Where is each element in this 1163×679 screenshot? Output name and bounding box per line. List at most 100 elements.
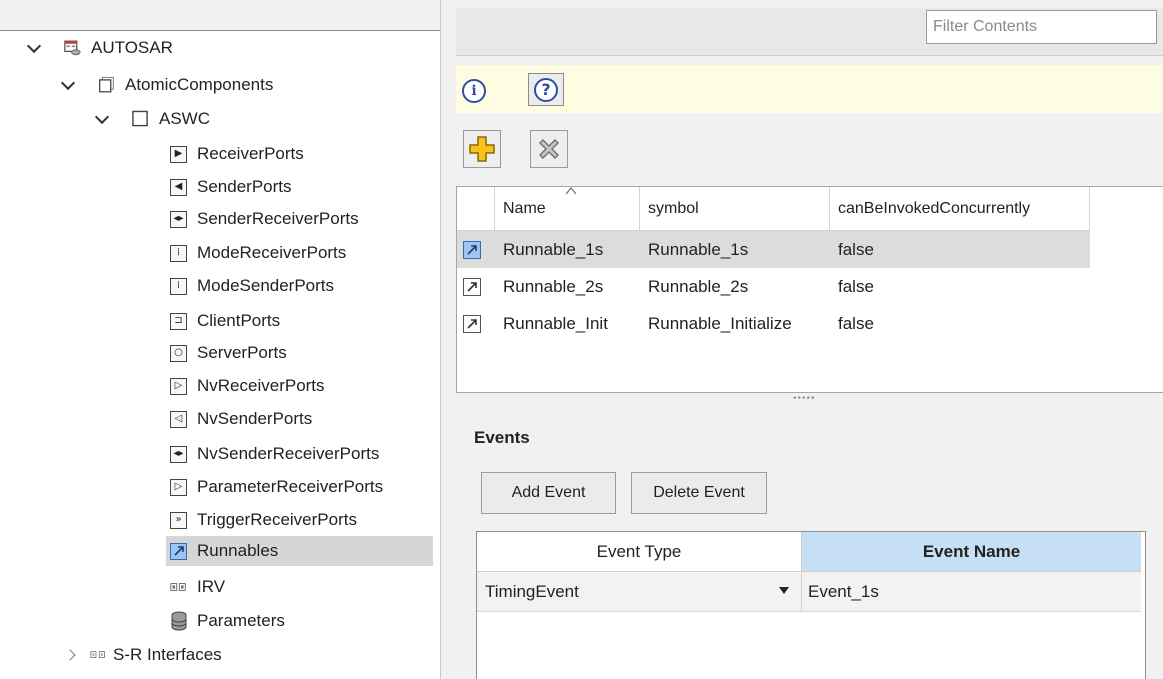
cell-name: Runnable_Init [503, 313, 608, 333]
event-type-value: TimingEvent [485, 581, 579, 601]
event-type-select[interactable]: TimingEvent [477, 572, 802, 611]
nv-receiver-port-icon: ▷ [170, 377, 187, 395]
tree-node-label: AtomicComponents [125, 75, 274, 94]
chevron-down-icon[interactable] [62, 78, 76, 92]
tree-item-label: IRV [197, 577, 226, 596]
table-row[interactable]: TimingEvent Event_1s [477, 572, 1141, 612]
events-table: Event Type Event Name TimingEvent Event_… [476, 531, 1146, 679]
table-header: Name symbol canBeInvokedConcurrently [457, 187, 1090, 231]
delete-runnable-button[interactable] [530, 130, 568, 168]
tree-item-mode-sender-ports[interactable]: ⁞ ModeSenderPorts [170, 271, 334, 301]
tree-item-label: SenderPorts [197, 177, 292, 196]
cell-symbol: Runnable_Initialize [648, 313, 792, 333]
table-row[interactable]: Runnable_2s Runnable_2s false [457, 268, 1090, 305]
column-header-concurrent[interactable]: canBeInvokedConcurrently [830, 187, 1090, 231]
tree-item-trigger-receiver-ports[interactable]: » TriggerReceiverPorts [170, 505, 357, 535]
sender-receiver-port-icon: ◂▸ [170, 210, 187, 228]
nv-sender-receiver-port-icon: ◂▸ [170, 445, 187, 463]
tree-item-mode-receiver-ports[interactable]: ⁞ ModeReceiverPorts [170, 238, 346, 268]
cell-concurrent: false [838, 276, 874, 296]
runnable-icon [463, 277, 481, 296]
trigger-receiver-port-icon: » [170, 511, 187, 529]
runnable-icon [170, 542, 187, 560]
runnable-icon [463, 240, 481, 259]
autosar-package-icon [64, 40, 81, 57]
tree-item-label: ParameterReceiverPorts [197, 477, 384, 496]
mode-receiver-port-icon: ⁞ [170, 244, 187, 262]
tree-node-label: AUTOSAR [91, 38, 173, 57]
tree-item-parameters[interactable]: Parameters [170, 606, 285, 636]
cell-symbol: Runnable_1s [648, 239, 749, 259]
receiver-port-icon: ▶ [170, 145, 187, 163]
info-icon[interactable]: i [462, 79, 486, 103]
column-header-event-type[interactable]: Event Type [477, 532, 802, 572]
runnables-table: Name symbol canBeInvokedConcurrently Run… [456, 186, 1163, 393]
splitter-handle[interactable]: ••••• [793, 393, 823, 404]
icon-column-header [457, 187, 495, 231]
client-port-icon: ⊐ [170, 312, 187, 330]
tree-item-sender-ports[interactable]: ◀ SenderPorts [170, 172, 292, 202]
column-header-event-name[interactable]: Event Name [802, 532, 1141, 572]
event-name-cell[interactable]: Event_1s [802, 572, 1141, 611]
tree-item-nv-receiver-ports[interactable]: ▷ NvReceiverPorts [170, 371, 325, 401]
tree-item-label: SenderReceiverPorts [197, 209, 359, 228]
irv-icon [170, 579, 187, 596]
sender-port-icon: ◀ [170, 178, 187, 196]
tree-topbar [0, 0, 440, 31]
cell-symbol: Runnable_2s [648, 276, 749, 296]
dropdown-arrow-icon[interactable] [779, 587, 789, 594]
interface-icon [90, 647, 107, 664]
tree-item-label: NvReceiverPorts [197, 376, 325, 395]
tree-node-autosar[interactable]: AUTOSAR [28, 33, 173, 63]
chevron-down-icon[interactable] [28, 41, 42, 55]
runnable-icon [463, 314, 481, 333]
sort-ascending-icon[interactable] [565, 186, 577, 196]
nv-sender-port-icon: ◁ [170, 410, 187, 428]
tree-item-label: ModeReceiverPorts [197, 243, 347, 262]
tree-item-label: Parameters [197, 611, 285, 630]
plus-icon [469, 136, 495, 162]
tree-item-irv[interactable]: IRV [170, 572, 225, 602]
help-button[interactable]: ? [528, 73, 564, 106]
tree-item-parameter-receiver-ports[interactable]: ▷ ParameterReceiverPorts [170, 472, 383, 502]
component-icon [132, 110, 149, 128]
tree-node-sr-interfaces[interactable]: S-R Interfaces [66, 640, 222, 670]
folder-stack-icon [98, 76, 115, 94]
tree-item-label: Runnables [197, 541, 279, 560]
mode-sender-port-icon: ⁞ [170, 277, 187, 295]
help-icon: ? [534, 77, 558, 102]
column-header-symbol[interactable]: symbol [640, 187, 830, 231]
tree-item-nv-sender-ports[interactable]: ◁ NvSenderPorts [170, 404, 312, 434]
tree-item-label: ReceiverPorts [197, 144, 304, 163]
server-port-icon: ○ [170, 344, 187, 362]
chevron-right-icon[interactable] [66, 648, 80, 662]
tree-item-label: NvSenderPorts [197, 409, 313, 428]
table-row[interactable]: Runnable_1s Runnable_1s false [457, 231, 1090, 268]
tree-item-receiver-ports[interactable]: ▶ ReceiverPorts [170, 139, 304, 169]
tree-item-nv-sender-receiver-ports[interactable]: ◂▸ NvSenderReceiverPorts [170, 439, 379, 469]
parameter-receiver-port-icon: ▷ [170, 478, 187, 496]
tree-item-label: NvSenderReceiverPorts [197, 444, 380, 463]
tree-node-aswc[interactable]: ASWC [96, 104, 210, 134]
delete-x-icon [539, 139, 559, 159]
cell-concurrent: false [838, 313, 874, 333]
tree-item-sender-receiver-ports[interactable]: ◂▸ SenderReceiverPorts [170, 204, 359, 234]
tree-node-label: ASWC [159, 109, 210, 128]
add-event-button[interactable]: Add Event [481, 472, 616, 514]
cell-concurrent: false [838, 239, 874, 259]
tree-item-server-ports[interactable]: ○ ServerPorts [170, 338, 287, 368]
filter-contents-input[interactable] [926, 10, 1157, 44]
tree-item-label: TriggerReceiverPorts [197, 510, 357, 529]
tree-item-runnables[interactable]: Runnables [166, 536, 433, 566]
table-row[interactable]: Runnable_Init Runnable_Initialize false [457, 305, 1090, 342]
tree-item-label: ModeSenderPorts [197, 276, 335, 295]
tree-item-client-ports[interactable]: ⊐ ClientPorts [170, 306, 280, 336]
cell-name: Runnable_2s [503, 276, 604, 296]
tree-node-label: S-R Interfaces [113, 645, 222, 664]
events-section-title: Events [474, 428, 530, 447]
add-runnable-button[interactable] [463, 130, 501, 168]
chevron-down-icon[interactable] [96, 112, 110, 126]
parameters-database-icon [170, 611, 187, 631]
delete-event-button[interactable]: Delete Event [631, 472, 767, 514]
tree-node-atomic-components[interactable]: AtomicComponents [62, 70, 273, 100]
